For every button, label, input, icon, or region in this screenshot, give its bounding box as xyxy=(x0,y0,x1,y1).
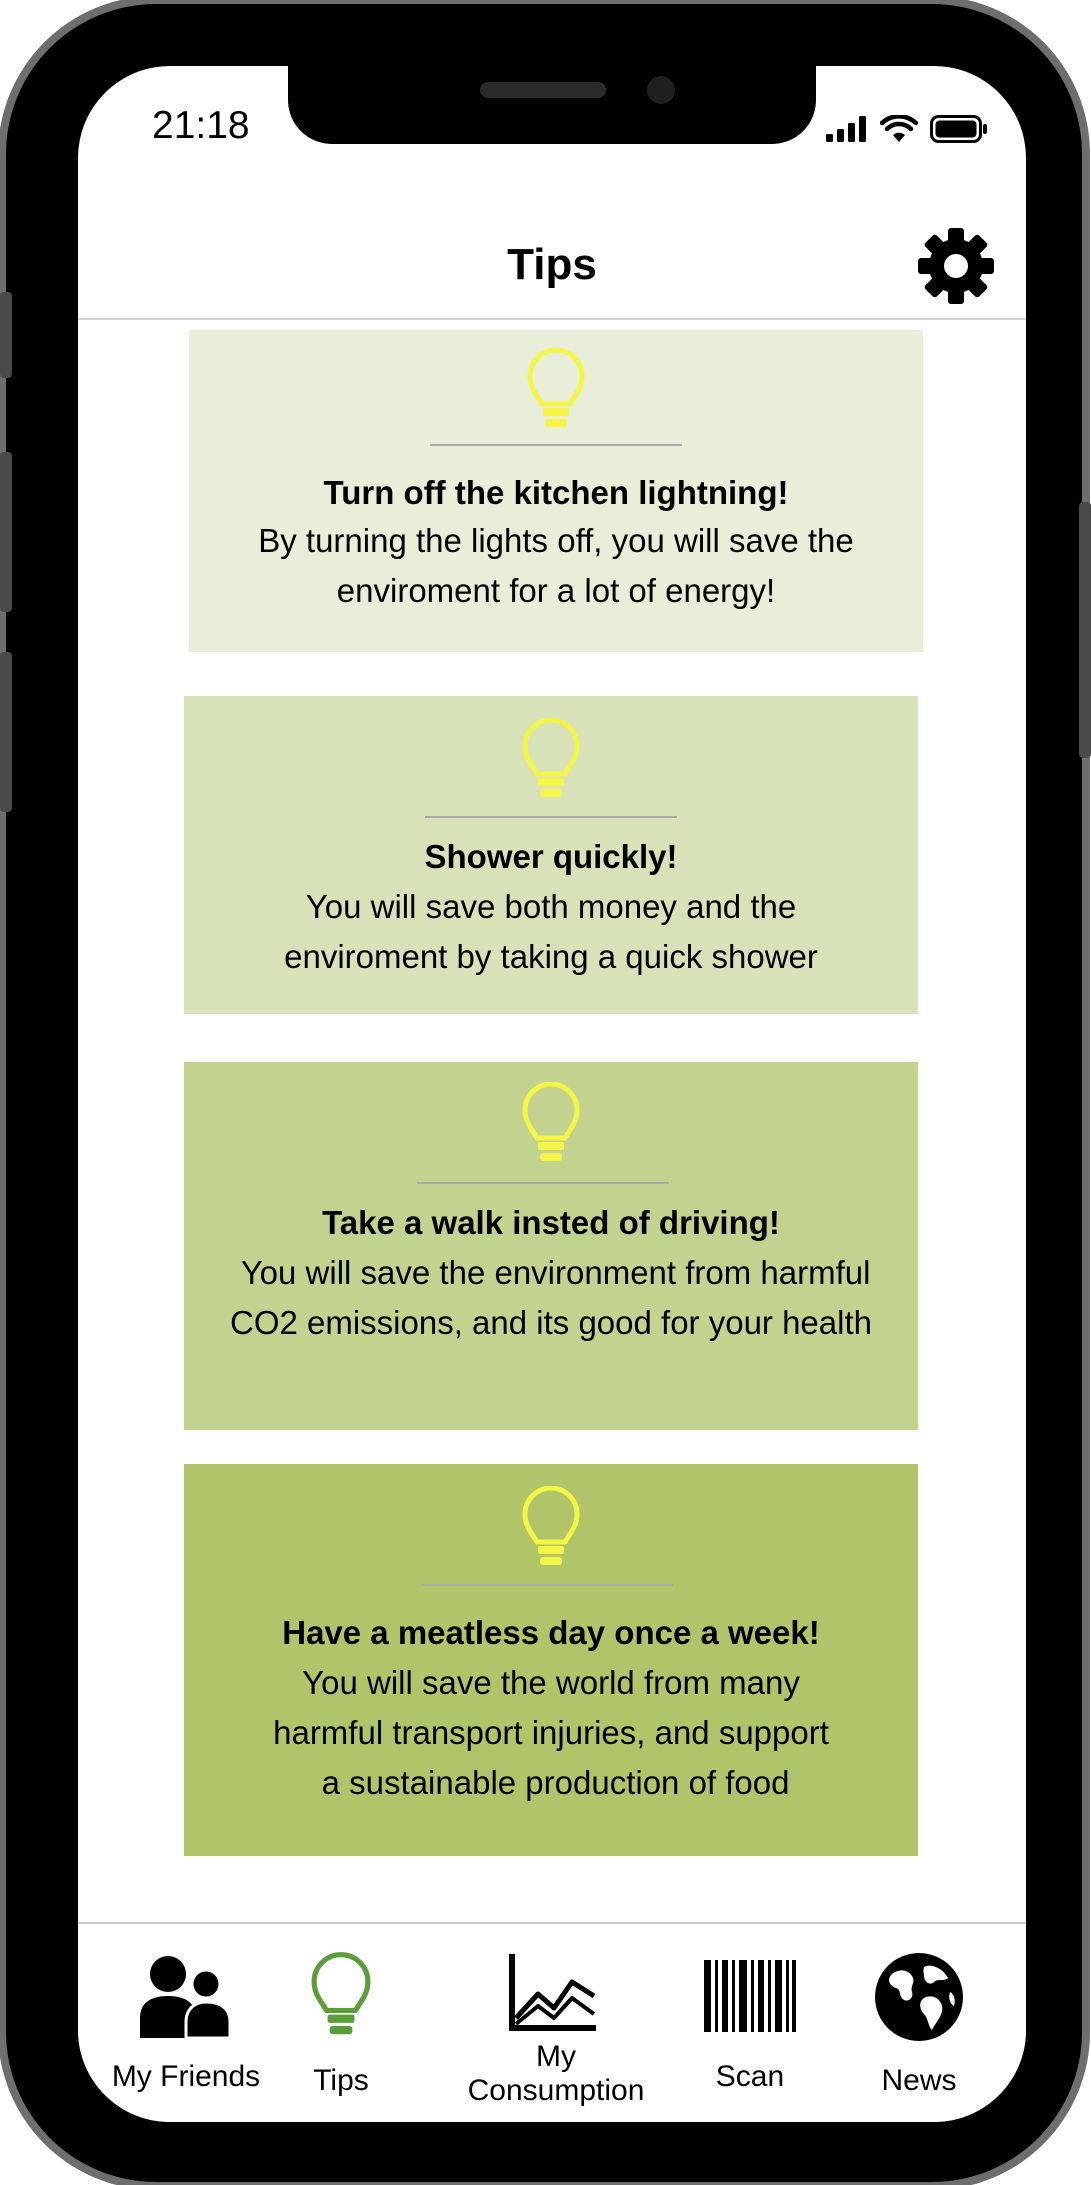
tip-card[interactable]: Have a meatless day once a week! You wil… xyxy=(184,1464,918,1856)
tip-card[interactable]: Take a walk insted of driving! You will … xyxy=(184,1062,918,1430)
people-icon xyxy=(140,1956,232,2038)
lightbulb-icon xyxy=(522,1082,580,1161)
tip-body-line: CO2 emissions, and its good for your hea… xyxy=(229,1304,872,1341)
notch xyxy=(288,66,816,144)
tab-label: My Friends xyxy=(111,2060,261,2093)
tip-body-line: By turning the lights off, you will save… xyxy=(258,522,854,559)
tip-title: Take a walk insted of driving! xyxy=(322,1204,780,1241)
status-icons xyxy=(826,112,988,146)
tip-body-line: You will save the world from many xyxy=(302,1664,800,1701)
speaker xyxy=(480,82,606,98)
signal-icon xyxy=(826,116,866,142)
tip-title: Shower quickly! xyxy=(424,838,678,875)
lightbulb-icon xyxy=(522,1486,580,1565)
lightbulb-icon xyxy=(527,348,585,427)
tip-card[interactable]: Shower quickly! You will save both money… xyxy=(184,696,918,1014)
tip-body-line: enviroment by taking a quick shower xyxy=(284,938,818,975)
tip-card[interactable]: Turn off the kitchen lightning! By turni… xyxy=(189,330,923,652)
tab-label: Scan xyxy=(715,2060,785,2093)
tip-body-line: a sustainable production of food xyxy=(312,1764,790,1801)
tip-body-line: harmful transport injuries, and support xyxy=(273,1714,829,1751)
lightbulb-icon xyxy=(311,1952,371,2035)
divider xyxy=(421,1584,673,1586)
tip-body-line: You will save the environment from harmf… xyxy=(231,1254,871,1291)
tip-body-line: You will save both money and the xyxy=(305,888,797,925)
tab-my-friends[interactable]: My Friends xyxy=(98,1924,274,2122)
tab-news[interactable]: News xyxy=(854,1924,984,2122)
wifi-icon xyxy=(880,115,918,142)
status-time: 21:18 xyxy=(152,104,250,147)
tip-body-line: enviroment for a lot of energy! xyxy=(336,572,776,609)
tab-bar: My Friends Tips My Consumption Scan News xyxy=(78,1922,1026,2122)
tip-title: Turn off the kitchen lightning! xyxy=(323,474,789,511)
tip-body: You will save both money and the envirom… xyxy=(184,882,918,982)
tab-label: My Consumption xyxy=(456,2040,656,2108)
tab-label: Tips xyxy=(313,2064,369,2097)
tab-label-line: My xyxy=(536,2040,576,2073)
battery-icon xyxy=(930,115,987,143)
divider xyxy=(425,816,677,818)
side-button-power[interactable] xyxy=(1079,502,1091,758)
divider xyxy=(430,444,682,446)
lightbulb-icon xyxy=(522,718,580,797)
side-button-mute[interactable] xyxy=(0,292,12,378)
tab-label: News xyxy=(881,2064,957,2097)
tip-body: You will save the world from many harmfu… xyxy=(184,1658,918,1808)
screen: 21:18 Tips Turn off the kitchen lightnin… xyxy=(78,66,1026,2122)
camera xyxy=(647,76,675,104)
barcode-icon xyxy=(704,1960,796,2032)
tab-label-line: Consumption xyxy=(467,2074,645,2107)
globe-icon xyxy=(875,1953,963,2041)
tab-my-consumption[interactable]: My Consumption xyxy=(456,1924,656,2122)
tip-title: Have a meatless day once a week! xyxy=(282,1614,820,1651)
tip-body: You will save the environment from harmf… xyxy=(184,1248,918,1348)
tab-scan[interactable]: Scan xyxy=(690,1924,810,2122)
chart-icon xyxy=(509,1954,596,2031)
phone-frame: 21:18 Tips Turn off the kitchen lightnin… xyxy=(6,4,1082,2182)
gear-icon[interactable] xyxy=(916,226,996,306)
side-button-volume-down[interactable] xyxy=(0,652,12,812)
side-button-volume-up[interactable] xyxy=(0,452,12,612)
tab-tips[interactable]: Tips xyxy=(286,1924,396,2122)
page-title: Tips xyxy=(507,240,597,289)
divider xyxy=(417,1182,669,1184)
tip-body: By turning the lights off, you will save… xyxy=(189,516,923,616)
header: Tips xyxy=(78,176,1026,320)
